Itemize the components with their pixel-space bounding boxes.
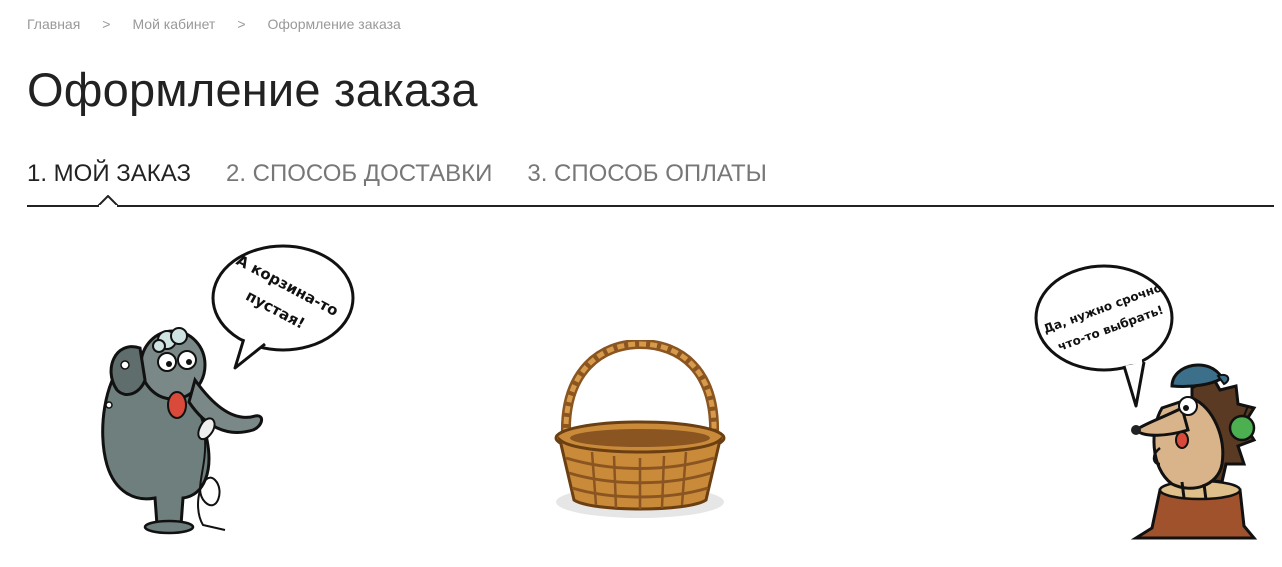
- basket-illustration: [554, 340, 726, 518]
- breadcrumb-cabinet[interactable]: Мой кабинет: [132, 16, 215, 32]
- right-speech-bubble: Да, нужно срочно что-то выбрать!: [1034, 264, 1174, 408]
- elephant-illustration: А корзина-то пустая!: [101, 244, 355, 535]
- steps-divider: [27, 205, 1274, 207]
- hedgehog-icon: [1130, 363, 1258, 540]
- breadcrumb-separator: >: [102, 16, 111, 32]
- tab-delivery-method[interactable]: 2. СПОСОБ ДОСТАВКИ: [226, 160, 492, 188]
- hedgehog-illustration: Да, нужно срочно что-то выбрать!: [1034, 264, 1258, 540]
- tab-my-order[interactable]: 1. МОЙ ЗАКАЗ: [27, 160, 191, 188]
- checkout-steps: 1. МОЙ ЗАКАЗ 2. СПОСОБ ДОСТАВКИ 3. СПОСО…: [27, 160, 802, 188]
- basket-icon: [554, 340, 726, 518]
- breadcrumb-separator: >: [237, 16, 246, 32]
- breadcrumb: Главная > Мой кабинет > Оформление заказ…: [27, 16, 401, 32]
- left-speech-bubble: А корзина-то пустая!: [211, 244, 355, 370]
- page-title: Оформление заказа: [27, 63, 478, 116]
- breadcrumb-home[interactable]: Главная: [27, 16, 80, 32]
- active-step-marker: [98, 195, 118, 207]
- tab-payment-method[interactable]: 3. СПОСОБ ОПЛАТЫ: [527, 160, 767, 188]
- breadcrumb-current: Оформление заказа: [267, 16, 401, 32]
